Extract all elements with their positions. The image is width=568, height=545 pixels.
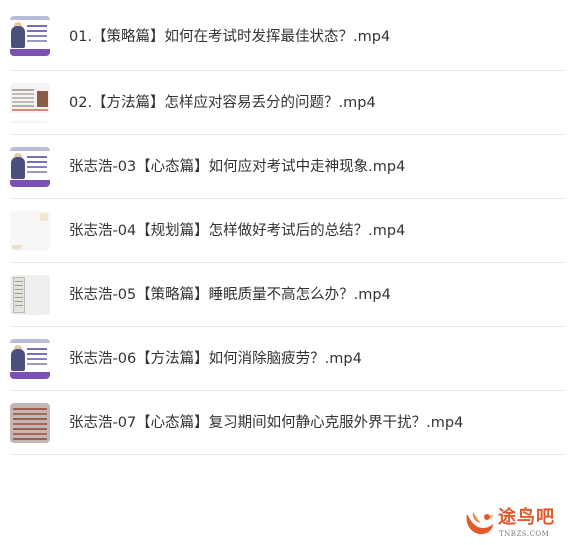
file-row[interactable]: 张志浩-05【策略篇】睡眠质量不高怎么办？.mp4 <box>10 263 566 327</box>
file-name: 张志浩-03【心态篇】如何应对考试中走神现象.mp4 <box>69 159 406 175</box>
file-row[interactable]: 张志浩-03【心态篇】如何应对考试中走神现象.mp4 <box>10 135 566 199</box>
file-row[interactable]: 02.【方法篇】怎样应对容易丢分的问题？.mp4 <box>10 71 566 135</box>
file-list-page: 01.【策略篇】如何在考试时发挥最佳状态？.mp4 02.【方法篇】怎样应对容易… <box>0 0 568 545</box>
video-thumbnail <box>10 211 50 251</box>
file-row[interactable]: 01.【策略篇】如何在考试时发挥最佳状态？.mp4 <box>10 0 566 71</box>
video-thumbnail <box>10 16 50 56</box>
watermark-domain: TNBZS.COM <box>499 530 550 538</box>
file-row[interactable]: 张志浩-07【心态篇】复习期间如何静心克服外界干扰？.mp4 <box>10 391 566 455</box>
file-name: 张志浩-07【心态篇】复习期间如何静心克服外界干扰？.mp4 <box>69 415 464 431</box>
file-row[interactable]: 张志浩-06【方法篇】如何消除脑疲劳？.mp4 <box>10 327 566 391</box>
file-name: 张志浩-05【策略篇】睡眠质量不高怎么办？.mp4 <box>69 287 391 303</box>
video-thumbnail <box>10 403 50 443</box>
file-name: 01.【策略篇】如何在考试时发挥最佳状态？.mp4 <box>69 29 391 45</box>
video-thumbnail <box>10 83 50 123</box>
video-thumbnail <box>10 339 50 379</box>
file-name: 02.【方法篇】怎样应对容易丢分的问题？.mp4 <box>69 95 376 111</box>
watermark-title: 途鸟吧 <box>498 507 555 528</box>
file-name: 张志浩-04【规划篇】怎样做好考试后的总结？.mp4 <box>69 223 406 239</box>
watermark: 途鸟吧 TNBZS.COM <box>463 506 563 542</box>
video-thumbnail <box>10 147 50 187</box>
file-list: 01.【策略篇】如何在考试时发挥最佳状态？.mp4 02.【方法篇】怎样应对容易… <box>10 0 566 455</box>
video-thumbnail <box>10 275 50 315</box>
file-name: 张志浩-06【方法篇】如何消除脑疲劳？.mp4 <box>69 351 362 367</box>
file-row[interactable]: 张志浩-04【规划篇】怎样做好考试后的总结？.mp4 <box>10 199 566 263</box>
bird-logo-icon <box>466 512 494 535</box>
